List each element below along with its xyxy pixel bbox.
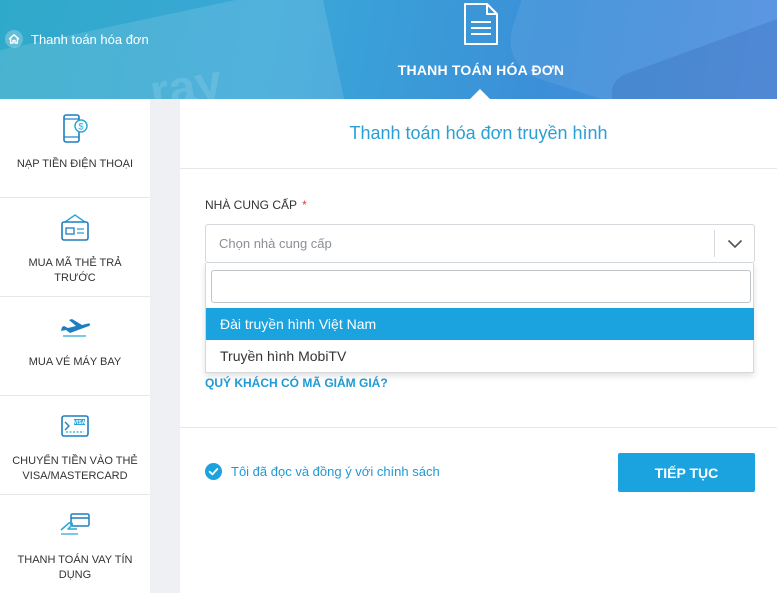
sidebar-item-label: MUA MÃ THẺ TRẢ TRƯỚC <box>28 257 122 284</box>
provider-select-value[interactable]: Chọn nhà cung cấp <box>206 236 714 251</box>
sidebar-item-visa-transfer[interactable]: VISA CHUYỂN TIỀN VÀO THẺ VISA/MASTERCARD <box>0 396 150 495</box>
hero: THANH TOÁN HÓA ĐƠN <box>381 2 581 78</box>
chevron-down-icon[interactable] <box>727 239 743 249</box>
provider-search-input[interactable] <box>211 270 751 303</box>
form-title: Thanh toán hóa đơn truyền hình <box>180 99 777 169</box>
sidebar-item-label: MUA VÉ MÁY BAY <box>28 356 122 368</box>
agree-policy-label: Tôi đã đọc và đồng ý với chính sách <box>231 464 440 479</box>
phone-dollar-icon: $ <box>63 114 88 143</box>
sidebar: $ NẠP TIỀN ĐIỆN THOẠI MUA MÃ THẺ TRẢ TRƯ… <box>0 99 150 593</box>
header-banner: ray Thanh toán hóa đơn THANH TOÁN HÓA ĐƠ… <box>0 0 777 99</box>
sidebar-item-label: NẠP TIỀN ĐIỆN THOẠI <box>16 158 134 170</box>
provider-select[interactable]: Chọn nhà cung cấp <box>205 224 755 263</box>
main-card: Thanh toán hóa đơn truyền hình NHÀ CUNG … <box>180 99 777 593</box>
visa-card-icon: VISA <box>61 415 89 437</box>
breadcrumb-label[interactable]: Thanh toán hóa đơn <box>31 32 149 47</box>
document-icon <box>464 3 498 45</box>
sidebar-item-phone-topup[interactable]: $ NẠP TIỀN ĐIỆN THOẠI <box>0 99 150 198</box>
sidebar-item-label: THANH TOÁN VAY TÍN DỤNG <box>17 554 133 581</box>
sidebar-item-loan-payment[interactable]: THANH TOÁN VAY TÍN DỤNG <box>0 495 150 593</box>
provider-dropdown: Đài truyền hình Việt Nam Truyền hình Mob… <box>205 263 754 373</box>
svg-text:VISA: VISA <box>74 420 86 426</box>
sidebar-item-prepaid-card[interactable]: MUA MÃ THẺ TRẢ TRƯỚC <box>0 198 150 297</box>
provider-option[interactable]: Đài truyền hình Việt Nam <box>206 308 754 340</box>
page-title: THANH TOÁN HÓA ĐƠN <box>397 62 565 78</box>
provider-label: NHÀ CUNG CẤP * <box>205 198 307 212</box>
breadcrumb[interactable]: Thanh toán hóa đơn <box>5 30 149 48</box>
provider-option[interactable]: Truyền hình MobiTV <box>206 340 754 372</box>
airplane-icon <box>61 319 91 337</box>
sidebar-item-flight-ticket[interactable]: MUA VÉ MÁY BAY <box>0 297 150 396</box>
tab-pointer <box>469 89 491 99</box>
promo-code-link[interactable]: QUÝ KHÁCH CÓ MÃ GIẢM GIÁ? <box>205 376 388 390</box>
agree-policy[interactable]: Tôi đã đọc và đồng ý với chính sách <box>205 463 440 480</box>
svg-text:$: $ <box>78 122 83 132</box>
credit-card-hand-icon <box>60 513 90 535</box>
home-icon[interactable] <box>5 30 23 48</box>
sidebar-item-label: CHUYỂN TIỀN VÀO THẺ VISA/MASTERCARD <box>12 455 138 482</box>
required-mark: * <box>302 198 307 212</box>
prepaid-card-icon <box>61 214 89 241</box>
checkbox-checked-icon[interactable] <box>205 463 222 480</box>
provider-label-text: NHÀ CUNG CẤP <box>205 198 297 212</box>
dropdown-toggle[interactable] <box>714 230 754 257</box>
divider <box>180 427 777 428</box>
continue-button[interactable]: TIẾP TỤC <box>618 453 755 492</box>
